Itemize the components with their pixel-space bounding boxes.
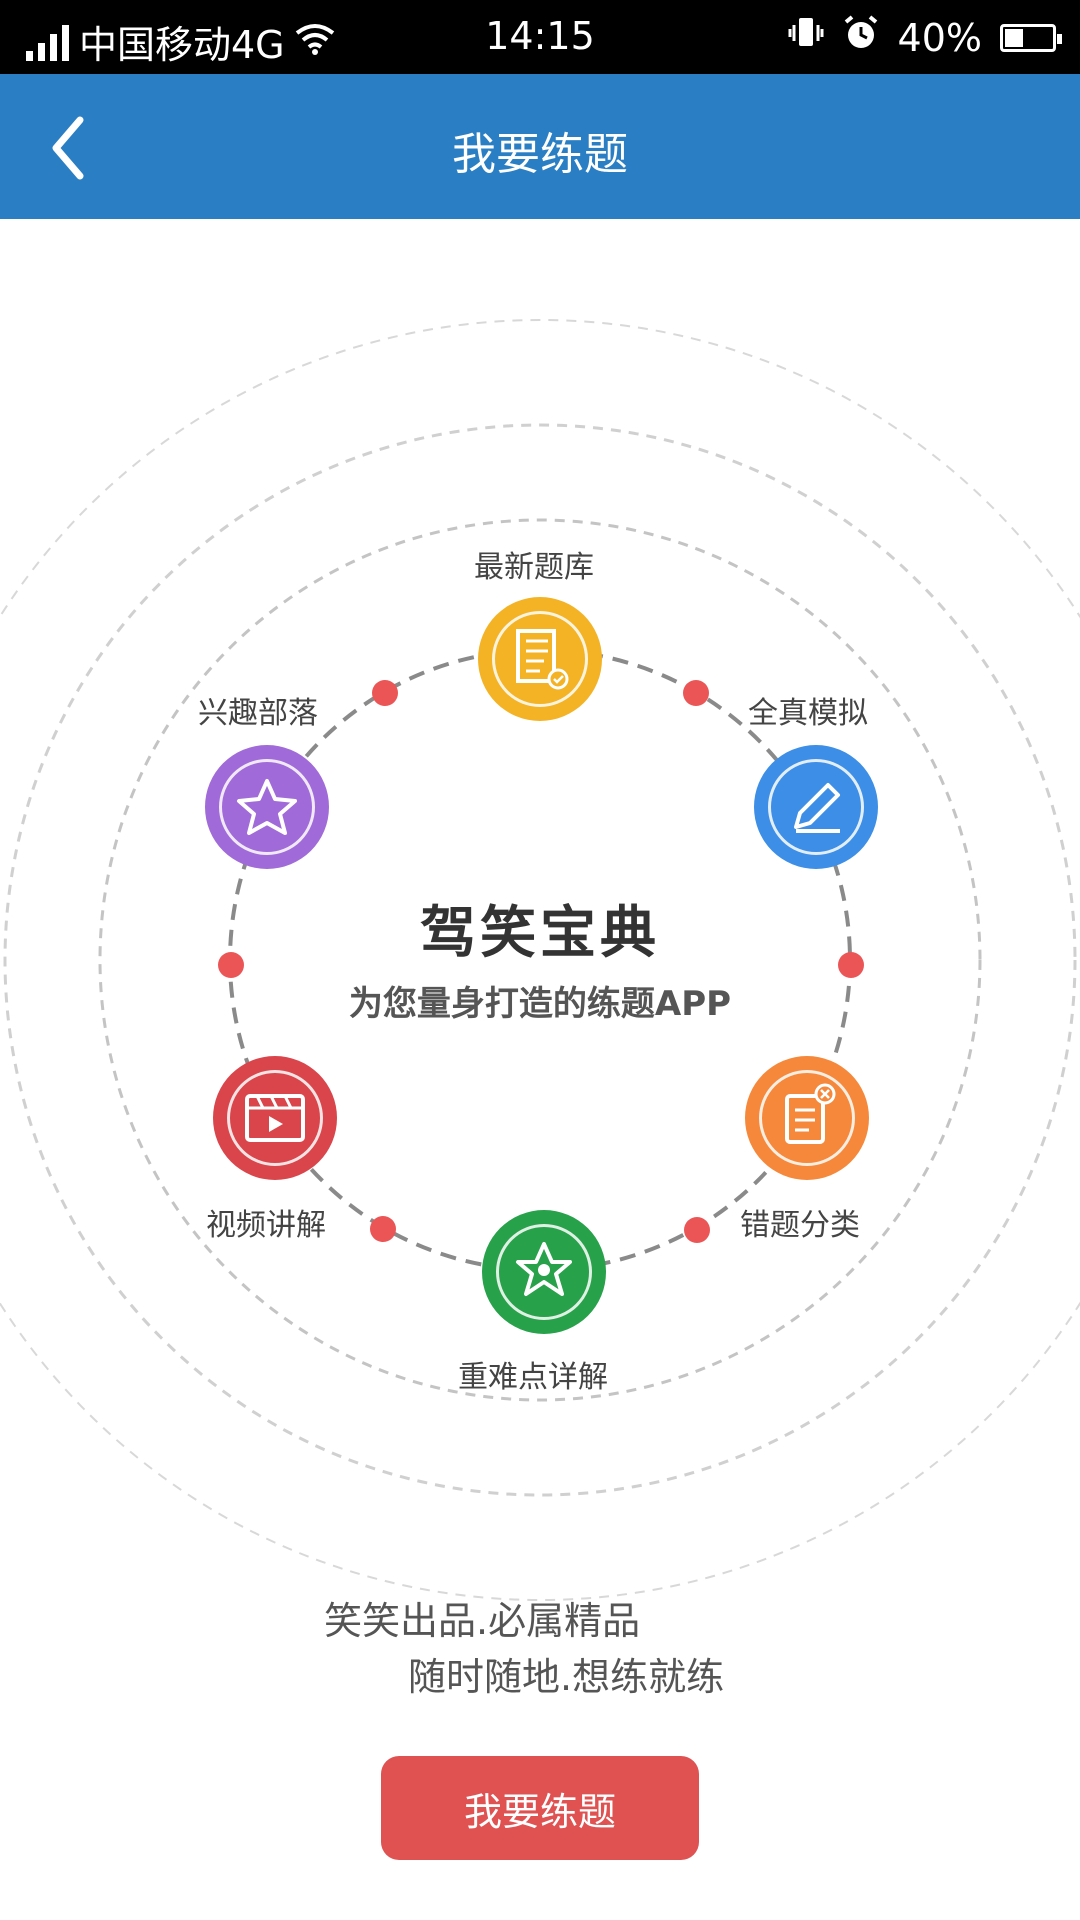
status-bar: 中国移动4G 14:15 40%: [0, 0, 1080, 74]
app-brand-subtitle: 为您量身打造的练题APP: [348, 984, 732, 1024]
slogan-line-2: 随时随地.想练就练: [408, 1655, 725, 1699]
video-icon: [245, 1094, 305, 1142]
question-bank-icon: [516, 629, 569, 690]
feature-label-question-bank: 最新题库: [474, 550, 594, 585]
battery-fill: [1005, 28, 1024, 47]
app-brand-title: 驾笑宝典: [420, 901, 660, 966]
slogan-line-1: 笑笑出品.必属精品: [324, 1599, 641, 1643]
feature-wrong-questions[interactable]: [745, 1056, 869, 1180]
star-icon: [237, 779, 297, 835]
feature-question-bank[interactable]: [478, 597, 602, 721]
start-practice-button[interactable]: 我要练题: [381, 1756, 699, 1860]
feature-mock-exam[interactable]: [754, 745, 878, 869]
vibrate-icon: [788, 15, 824, 60]
alarm-icon: [842, 14, 880, 61]
feature-interest-group[interactable]: [205, 745, 329, 869]
feature-video[interactable]: [213, 1056, 337, 1180]
feature-key-points[interactable]: [482, 1210, 606, 1334]
wrong-note-icon: [785, 1083, 836, 1144]
app-header: 我要练题: [0, 74, 1080, 219]
status-right: 40%: [788, 14, 1062, 61]
pencil-icon: [794, 783, 840, 833]
gear-star-icon: [516, 1242, 572, 1296]
page-title: 我要练题: [452, 129, 628, 180]
feature-label-key-points: 重难点详解: [458, 1360, 608, 1395]
feature-label-interest-group: 兴趣部落: [198, 696, 318, 731]
feature-label-video: 视频讲解: [206, 1208, 326, 1243]
feature-label-wrong-questions: 错题分类: [740, 1208, 860, 1243]
battery-percent: 40%: [897, 15, 982, 60]
battery-icon: [1000, 23, 1062, 52]
feature-label-mock-exam: 全真模拟: [748, 696, 868, 731]
